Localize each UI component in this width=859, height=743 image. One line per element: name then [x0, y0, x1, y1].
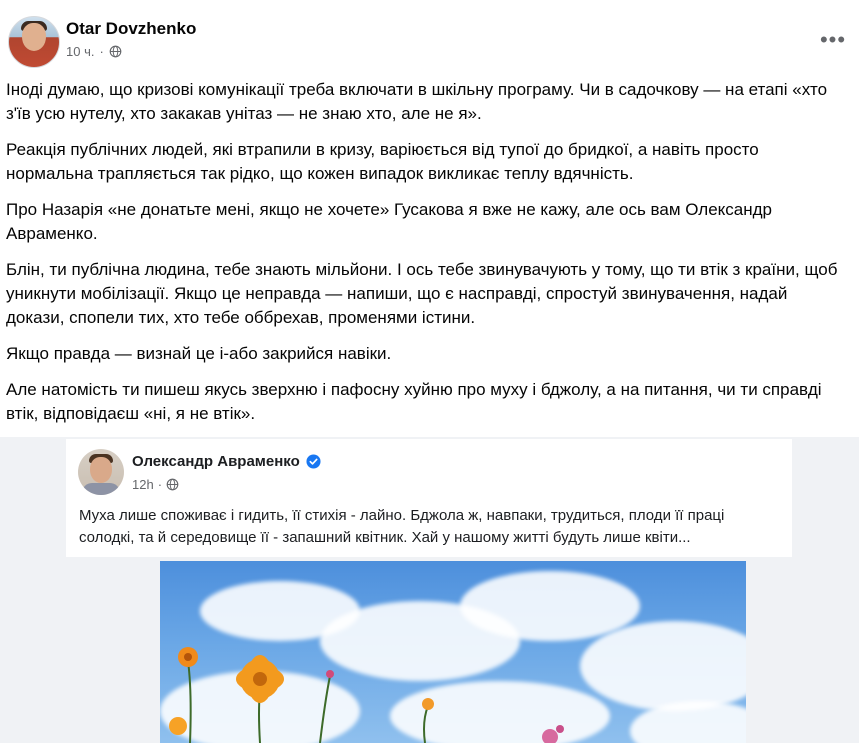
- meta-separator: ·: [99, 44, 104, 59]
- embedded-author-avatar: [78, 449, 124, 495]
- post-paragraph: Реакція публічних людей, які втрапили в …: [6, 140, 759, 183]
- embedded-author: Олександр Авраменко: [132, 453, 321, 470]
- embedded-post-card: Олександр Авраменко 12h · Муха лише спож…: [66, 439, 792, 557]
- embedded-time: 12h: [132, 477, 154, 492]
- post-header: Otar Dovzhenko 10 ч. · •••: [6, 16, 851, 68]
- post-time[interactable]: 10 ч.: [66, 44, 94, 59]
- flowers-sky-photo: [160, 561, 746, 743]
- facebook-post: Otar Dovzhenko 10 ч. · ••• Іноді думаю, …: [0, 0, 859, 743]
- embedded-screenshot[interactable]: Олександр Авраменко 12h · Муха лише спож…: [0, 437, 859, 743]
- embedded-meta: 12h ·: [132, 477, 179, 492]
- author-name[interactable]: Otar Dovzhenko: [66, 19, 196, 39]
- flower-image: [169, 647, 564, 743]
- post-text: Іноді думаю, що кризові комунікації треб…: [6, 78, 844, 438]
- more-options-icon[interactable]: •••: [815, 22, 851, 58]
- post-paragraph: Іноді думаю, що кризові комунікації треб…: [6, 80, 828, 123]
- embedded-author-name: Олександр Авраменко: [132, 453, 300, 470]
- post-paragraph: Про Назарія «не донатьте мені, якщо не х…: [6, 200, 772, 243]
- post-paragraph: Але натомість ти пишеш якусь зверхню і п…: [6, 380, 822, 423]
- verified-badge-icon: [306, 454, 321, 469]
- post-paragraph: Якщо правда — визнай це і-або закрийся н…: [6, 344, 392, 363]
- post-meta: 10 ч. ·: [66, 44, 122, 59]
- post-paragraph: Блін, ти публічна людина, тебе знають мі…: [6, 260, 838, 327]
- globe-icon: [166, 478, 179, 491]
- embedded-post-text: Муха лише споживає і гидить, її стихія -…: [79, 507, 725, 546]
- globe-icon[interactable]: [109, 45, 122, 58]
- meta-separator: ·: [157, 477, 163, 492]
- author-avatar[interactable]: [8, 16, 60, 68]
